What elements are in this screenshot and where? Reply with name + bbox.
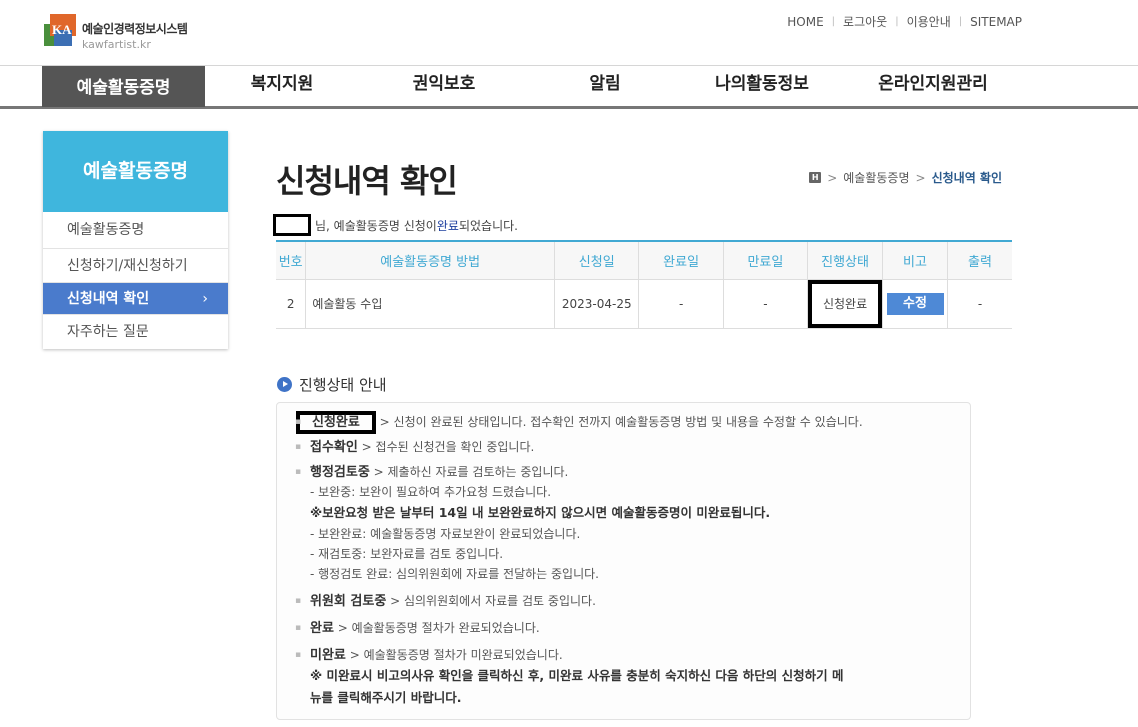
guide-item: 신청완료 > 신청이 완료된 상태입니다. 접수확인 전까지 예술활동증명 방법…: [293, 411, 954, 434]
chevron-right-icon: ›: [202, 291, 208, 307]
status-message: 님, 예술활동증명 신청이 완료 되었습니다.: [273, 214, 518, 236]
guide-label-outlined: 신청완료: [296, 411, 376, 434]
column-header: 만료일: [723, 240, 809, 280]
home-icon[interactable]: H: [809, 172, 822, 183]
application-table: 번호 예술활동증명 방법 신청일 완료일 만료일 진행상태 비고 출력 2 예술…: [276, 240, 1012, 329]
edit-button[interactable]: 수정: [886, 292, 944, 315]
cell-completed-date: -: [638, 279, 724, 329]
cell-number: 2: [276, 279, 307, 329]
utility-nav: HOME | 로그아웃 | 이용안내 | SITEMAP: [787, 13, 1022, 30]
sidebar-item-label: 신청내역 확인: [67, 291, 150, 307]
breadcrumb-item[interactable]: 예술활동증명: [843, 169, 909, 186]
redacted-name: [273, 214, 311, 236]
guide-item: 위원회 검토중 > 심의위원회에서 자료를 검토 중입니다.: [293, 592, 954, 611]
sitemap-link[interactable]: SITEMAP: [970, 15, 1022, 29]
guide-item: 접수확인 > 접수된 신청건을 확인 중입니다.: [293, 438, 954, 457]
warning-text: ※ 미완료시 비고의사유 확인을 클릭하신 후, 미완료 사유를 충분히 숙지하…: [310, 668, 844, 683]
guide-item: 완료 > 예술활동증명 절차가 완료되었습니다.: [293, 619, 954, 638]
cell-note: 수정: [882, 279, 948, 329]
gnb-item-online-support[interactable]: 온라인지원관리: [862, 66, 1004, 106]
main-nav: 예술활동증명 복지지원 권익보호 알림 나의활동정보 온라인지원관리: [0, 65, 1138, 109]
cell-status: 신청완료: [807, 279, 884, 329]
cell-applied-date: 2023-04-25: [554, 279, 640, 329]
side-nav: 예술활동증명 예술활동증명 신청하기/재신청하기 신청내역 확인 › 자주하는 …: [43, 131, 228, 349]
column-header: 번호: [276, 240, 307, 280]
section-title: 진행상태 안내: [277, 374, 387, 395]
sidebar-item-apply[interactable]: 신청하기/재신청하기: [43, 249, 228, 283]
done-text: 완료: [436, 218, 459, 233]
table-row: 2 예술활동 수입 2023-04-25 - - 신청완료 수정 -: [276, 279, 1012, 329]
arrow-circle-icon: [277, 377, 292, 392]
logo-subtitle: kawfartist.kr: [82, 38, 151, 51]
home-link[interactable]: HOME: [787, 15, 823, 29]
logout-link[interactable]: 로그아웃: [843, 13, 887, 30]
warning-text: ※보완요청 받은 날부터 14일 내 보완완료하지 않으시면 예술활동증명이 미…: [310, 505, 771, 520]
breadcrumb-current: 신청내역 확인: [931, 171, 1002, 185]
logo-title: 예술인경력정보시스템: [82, 22, 188, 36]
column-header: 비고: [882, 240, 948, 280]
cell-expiry-date: -: [723, 279, 809, 329]
breadcrumb: H > 예술활동증명 > 신청내역 확인: [809, 169, 1002, 186]
status-guide-box: 신청완료 > 신청이 완료된 상태입니다. 접수확인 전까지 예술활동증명 방법…: [276, 402, 971, 720]
guide-item: 미완료 > 예술활동증명 절차가 미완료되었습니다. ※ 미완료시 비고의사유 …: [293, 646, 954, 709]
sidebar-item-art-certification[interactable]: 예술활동증명: [43, 212, 228, 249]
gnb-item-notice[interactable]: 알림: [545, 66, 665, 106]
site-logo[interactable]: KA 예술인경력정보시스템 kawfartist.kr: [44, 14, 188, 51]
cell-print: -: [947, 279, 1012, 329]
column-header: 진행상태: [807, 240, 884, 280]
guide-link[interactable]: 이용안내: [907, 13, 951, 30]
guide-item: 행정검토중 > 제출하신 자료를 검토하는 중입니다. - 보완중: 보완이 필…: [293, 463, 954, 584]
gnb-item-welfare[interactable]: 복지지원: [222, 66, 342, 106]
side-nav-title: 예술활동증명: [43, 131, 228, 212]
sidebar-item-history[interactable]: 신청내역 확인 ›: [43, 283, 228, 315]
logo-mark-icon: KA: [44, 14, 78, 48]
gnb-item-art-certification[interactable]: 예술활동증명: [42, 66, 205, 107]
gnb-item-rights[interactable]: 권익보호: [384, 66, 504, 106]
column-header: 완료일: [638, 240, 724, 280]
column-header: 신청일: [554, 240, 640, 280]
sidebar-item-faq[interactable]: 자주하는 질문: [43, 315, 228, 349]
gnb-item-my-activity[interactable]: 나의활동정보: [692, 66, 832, 106]
column-header: 출력: [947, 240, 1012, 280]
cell-method: 예술활동 수입: [305, 279, 555, 329]
column-header: 예술활동증명 방법: [305, 240, 555, 280]
warning-text: 뉴를 클릭해주시기 바랍니다.: [310, 690, 462, 705]
status-badge: 신청완료: [808, 279, 883, 328]
page-title: 신청내역 확인: [276, 162, 458, 200]
